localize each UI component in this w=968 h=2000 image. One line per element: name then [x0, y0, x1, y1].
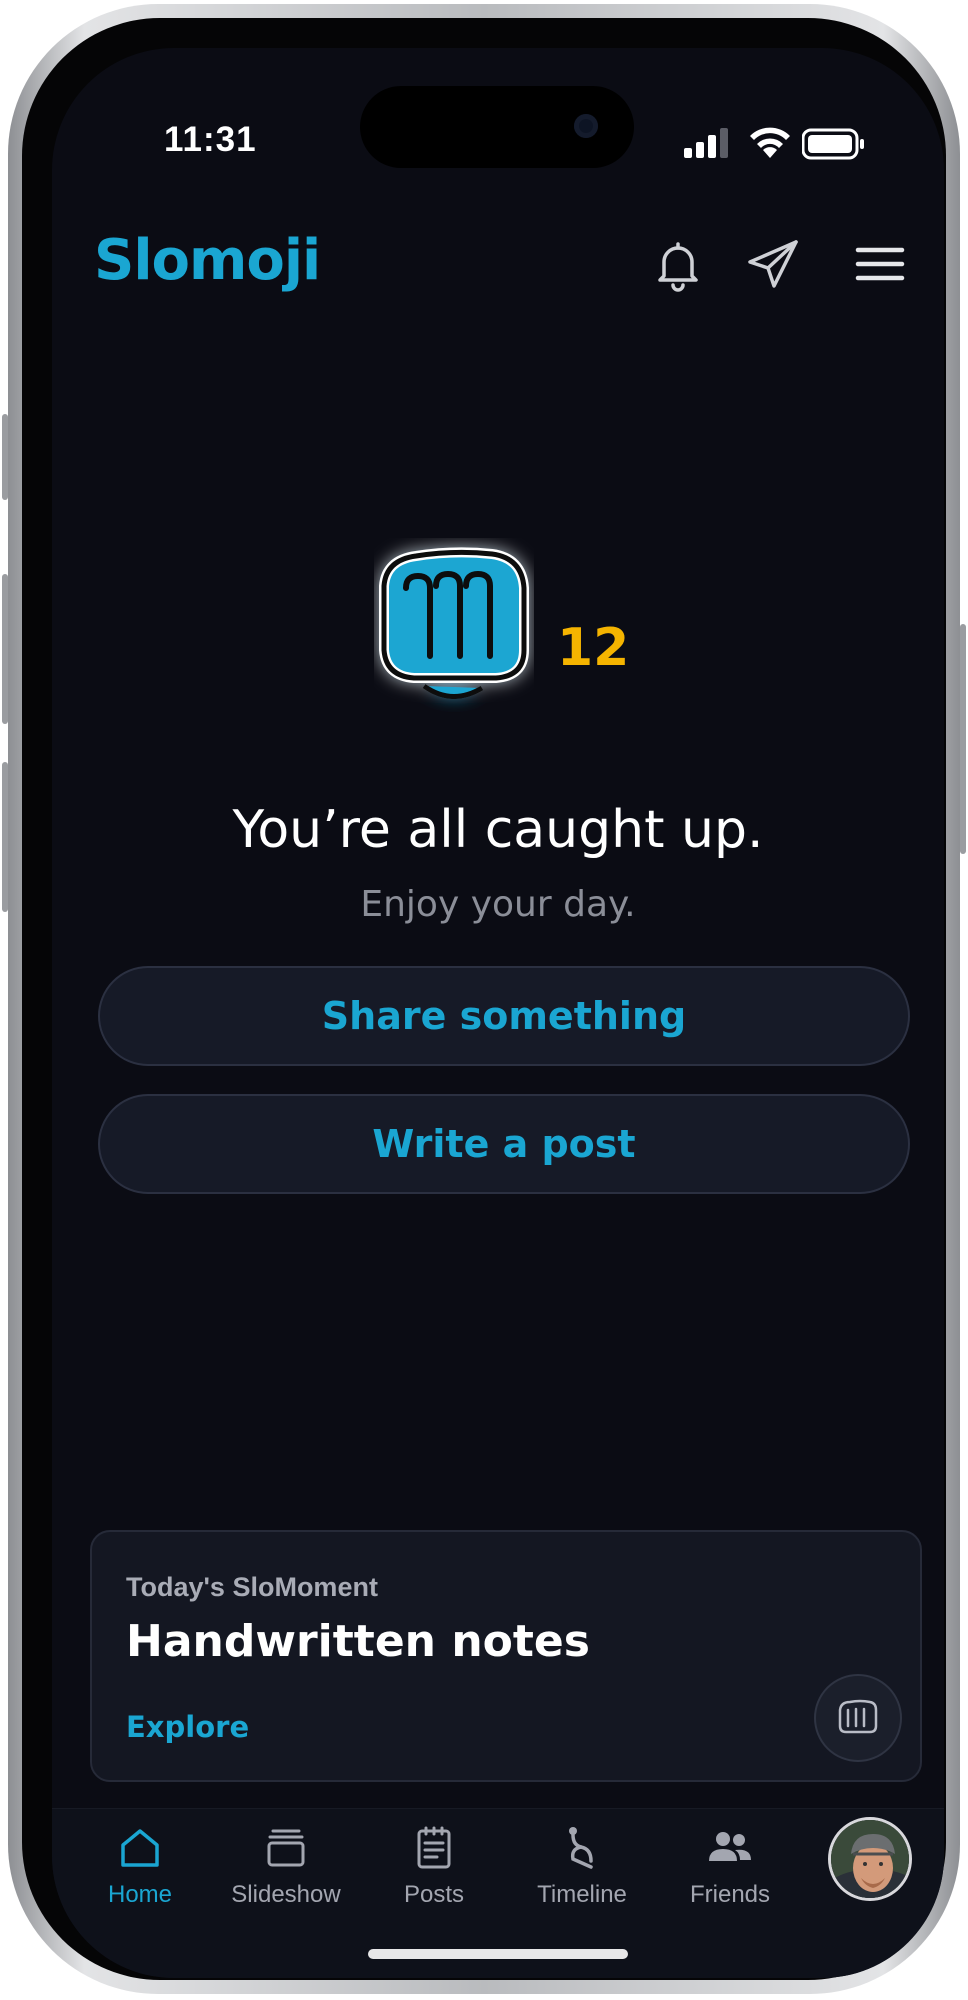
wifi-icon — [750, 127, 790, 158]
tab-label: Friends — [689, 1881, 771, 1908]
bezel: 11:31 Slomoji 12 You’re all caught up. E… — [22, 18, 946, 1980]
slomoment-kicker: Today's SloMoment — [126, 1572, 378, 1602]
power-button — [960, 624, 966, 854]
screen: 11:31 Slomoji 12 You’re all caught up. E… — [52, 48, 944, 1978]
friends-icon — [709, 1832, 751, 1861]
fist-icon — [838, 1699, 878, 1734]
write-post-button[interactable]: Write a post — [98, 1094, 910, 1194]
tab-label: Timeline — [537, 1881, 627, 1908]
timeline-icon — [569, 1827, 593, 1869]
bottom-tab-bar: Home Slideshow Posts Timeline Friends — [52, 1808, 944, 1978]
slomoment-title: Handwritten notes — [126, 1616, 590, 1667]
profile-avatar[interactable] — [828, 1817, 912, 1901]
tab-label: Home — [107, 1881, 173, 1908]
share-something-button[interactable]: Share something — [98, 966, 910, 1066]
fist-icon — [379, 547, 529, 699]
status-time: 11:31 — [164, 120, 257, 159]
posts-icon — [417, 1826, 451, 1869]
bell-icon[interactable] — [646, 232, 710, 296]
fist-bump-button[interactable] — [814, 1674, 902, 1762]
action-button — [2, 414, 8, 500]
tab-posts[interactable]: Posts — [364, 1823, 504, 1909]
app-logo[interactable]: Slomoji — [94, 228, 321, 293]
fist-count: 12 — [557, 618, 630, 678]
slomoment-card[interactable]: Today's SloMoment Handwritten notes Expl… — [90, 1530, 922, 1782]
tab-timeline[interactable]: Timeline — [512, 1823, 652, 1909]
hamburger-menu-icon[interactable] — [848, 232, 912, 296]
home-icon — [121, 1829, 159, 1867]
volume-up-button — [2, 574, 8, 724]
signal-icon — [684, 128, 728, 158]
caught-up-title: You’re all caught up. — [232, 800, 764, 860]
slideshow-icon — [267, 1829, 305, 1867]
dynamic-island — [360, 86, 634, 168]
tab-friends[interactable]: Friends — [660, 1823, 800, 1909]
caught-up-subtitle: Enjoy your day. — [360, 884, 636, 925]
tab-label: Posts — [403, 1881, 465, 1908]
app-header: Slomoji — [52, 198, 944, 318]
status-bar: 11:31 — [52, 48, 944, 168]
explore-link[interactable]: Explore — [126, 1710, 249, 1744]
home-indicator — [368, 1949, 628, 1959]
volume-down-button — [2, 762, 8, 912]
tab-slideshow[interactable]: Slideshow — [216, 1823, 356, 1909]
battery-icon — [802, 128, 864, 160]
camera-icon — [574, 114, 598, 138]
tab-home[interactable]: Home — [70, 1823, 210, 1909]
tab-label: Slideshow — [231, 1881, 341, 1908]
phone-frame: 11:31 Slomoji 12 You’re all caught up. E… — [2, 4, 966, 1994]
paper-plane-icon[interactable] — [742, 232, 806, 296]
